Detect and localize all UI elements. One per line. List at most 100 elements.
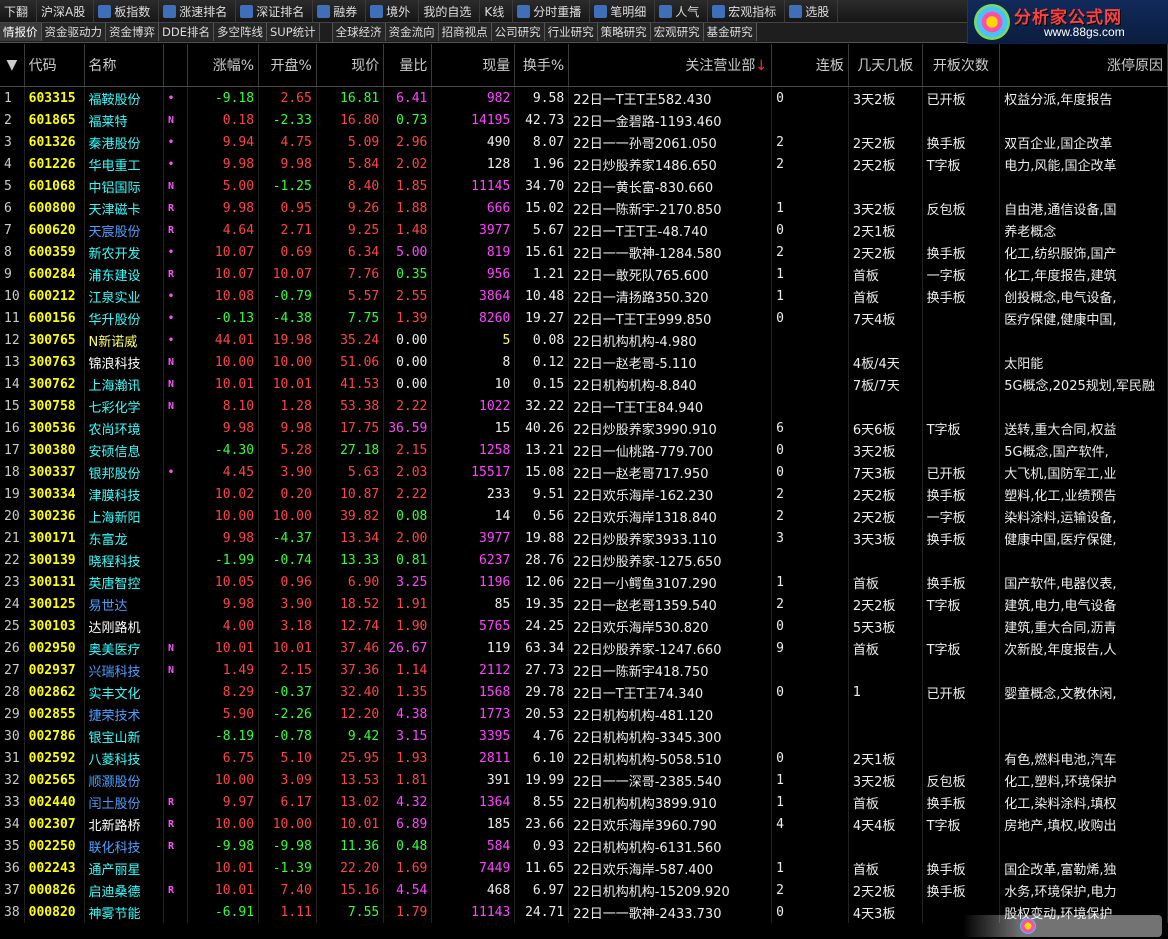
sort-desc-icon: ↓ [755,58,768,74]
table-row[interactable]: 6 600800 天津磁卡 R 9.98 0.95 9.26 1.88 666 15.02 22日一… [0,197,1168,219]
table-row[interactable]: 5 601068 中铝国际 N 5.00 -1.25 8.40 1.85 11145 34.70 2… [0,175,1168,197]
header-reason[interactable]: 涨停原因 [999,44,1168,87]
header-open-times[interactable]: 开板次数 [922,44,1001,87]
stock-code: 300236 [24,505,85,527]
table-row[interactable]: 17 300380 安硕信息 -4.30 5.28 27.18 2.15 1258 13.21 2… [0,439,1168,461]
tab-left-2[interactable]: 资金博弈 [106,23,159,41]
table-row[interactable]: 15 300758 七彩化学 N 8.10 1.28 53.38 2.22 1022 32.22 2… [0,395,1168,417]
days-boards: 首板 [848,857,923,879]
table-row[interactable]: 34 002307 北新路桥 R 10.00 10.00 10.01 6.89 185 23.66… [0,813,1168,835]
tab-left-1[interactable]: 资金驱动力 [41,23,106,41]
consecutive-limit [771,351,849,373]
current-volume: 6237 [431,549,516,571]
stock-flag: • [163,329,188,351]
table-row[interactable]: 3 601326 秦港股份 • 9.94 4.75 5.09 2.96 490 8.07 22日一一… [0,131,1168,153]
limit-reason: 权益分派,年度报告 [999,86,1168,109]
toolbar-button-0[interactable]: 下翻 [0,0,38,22]
table-row[interactable]: 8 600359 新农开发 • 10.07 0.69 6.34 5.00 819 15.61 22日… [0,241,1168,263]
header-cur-vol[interactable]: 现量 [431,44,516,87]
pct-change: 4.45 [187,461,260,483]
toolbar-button-9[interactable]: 分时重播 [513,0,591,22]
row-index: 31 [0,747,25,769]
table-row[interactable]: 14 300762 上海瀚讯 N 10.01 10.01 41.53 0.00 10 0.15 22… [0,373,1168,395]
header-pct[interactable]: 涨幅% [187,44,260,87]
tab-right-7[interactable]: 基金研究 [703,23,757,41]
header-vol-ratio[interactable]: 量比 [383,44,433,87]
toolbar-button-13[interactable]: 选股 [785,0,839,22]
table-row[interactable]: 1 603315 福鞍股份 • -9.18 2.65 16.81 6.41 982 9.58 22日… [0,86,1168,109]
table-row[interactable]: 24 300125 易世达 9.98 3.90 18.52 1.91 85 19.35 22日一赵… [0,593,1168,615]
table-row[interactable]: 11 600156 华升股份 • -0.13 -4.38 7.75 1.39 8260 19.27… [0,307,1168,329]
consecutive-limit: 0 [771,681,849,703]
tab-right-5[interactable]: 策略研究 [597,23,651,41]
header-consec[interactable]: 连板 [771,44,849,87]
header-broker[interactable]: 关注营业部↓ [568,44,773,87]
broker-info: 22日一陈新宇418.750 [568,659,773,681]
table-row[interactable]: 10 600212 江泉实业 • 10.08 -0.79 5.57 2.55 3864 10.48… [0,285,1168,307]
turnover-rate: 6.10 [514,747,570,769]
open-times: T字板 [922,637,1001,659]
table-row[interactable]: 28 002862 实丰文化 8.29 -0.37 32.40 1.35 1568 29.78 2… [0,681,1168,703]
tab-left-3[interactable]: DDE排名 [159,23,214,41]
table-row[interactable]: 32 002565 顺灏股份 10.00 3.09 13.53 1.81 391 19.99 22… [0,769,1168,791]
table-row[interactable]: 22 300139 晓程科技 -1.99 -0.74 13.33 0.81 6237 28.76… [0,549,1168,571]
turnover-rate: 8.55 [514,791,570,813]
table-row[interactable]: 7 600620 天宸股份 R 4.64 2.71 9.25 1.48 3977 5.67 22日一… [0,219,1168,241]
toolbar-button-6[interactable]: 境外 [366,0,420,22]
header-code[interactable]: 代码 [24,44,85,87]
table-row[interactable]: 30 002786 银宝山新 -8.19 -0.78 9.42 3.15 3395 4.76 22… [0,725,1168,747]
toolbar-button-11[interactable]: 人气 [655,0,709,22]
table-row[interactable]: 33 002440 闰土股份 R 9.97 6.17 13.02 4.32 1364 8.55 22… [0,791,1168,813]
header-name[interactable]: 名称 [84,44,164,87]
header-days[interactable]: 几天几板 [848,44,923,87]
sort-arrow-icon[interactable]: ▼ [0,44,25,87]
table-row[interactable]: 26 002950 奥美医疗 N 10.01 10.01 37.46 26.67 119 63.3… [0,637,1168,659]
toolbar-button-4[interactable]: 深证排名 [236,0,314,22]
row-index: 38 [0,901,25,923]
table-row[interactable]: 31 002592 八菱科技 6.75 5.10 25.95 1.93 2811 6.10 22日… [0,747,1168,769]
tab-left-0[interactable]: 情报价 [0,23,42,41]
tab-right-3[interactable]: 公司研究 [491,23,545,41]
table-row[interactable]: 29 002855 捷荣技术 5.90 -2.26 12.20 4.38 1773 20.53 2… [0,703,1168,725]
table-row[interactable]: 9 600284 浦东建设 R 10.07 10.07 7.76 0.35 956 1.21 22日… [0,263,1168,285]
toolbar-button-3[interactable]: 涨速排名 [159,0,237,22]
tab-right-4[interactable]: 行业研究 [544,23,598,41]
tab-right-2[interactable]: 招商视点 [438,23,492,41]
tab-right-6[interactable]: 宏观研究 [650,23,704,41]
toolbar-button-1[interactable]: 沪深A股 [37,0,95,22]
toolbar-label: 人气 [675,4,700,19]
table-row[interactable]: 19 300334 津膜科技 10.02 0.20 10.87 2.22 233 9.51 22日… [0,483,1168,505]
table-row[interactable]: 27 002937 兴瑞科技 N 1.49 2.15 37.36 1.14 2112 27.73 2… [0,659,1168,681]
toolbar-button-8[interactable]: K线 [480,0,514,22]
toolbar-button-5[interactable]: 融券 [313,0,367,22]
table-row[interactable]: 4 601226 华电重工 • 9.98 9.98 5.84 2.02 128 1.96 22日炒股… [0,153,1168,175]
pct-change: 9.94 [187,131,260,153]
table-row[interactable]: 2 601865 福莱特 N 0.18 -2.33 16.80 0.73 14195 42.73 2… [0,109,1168,131]
table-row[interactable]: 16 300536 农尚环境 9.98 9.98 17.75 36.59 15 40.26 22日… [0,417,1168,439]
table-row[interactable]: 25 300103 达刚路机 4.00 3.18 12.74 1.90 5765 24.25 22… [0,615,1168,637]
table-row[interactable]: 20 300236 上海新阳 10.00 10.00 39.82 0.08 14 0.56 22日… [0,505,1168,527]
toolbar-button-12[interactable]: 宏观指标 [708,0,786,22]
table-row[interactable]: 36 002243 通产丽星 10.01 -1.39 22.20 1.69 7449 11.65… [0,857,1168,879]
toolbar-button-10[interactable]: 笔明细 [590,0,656,22]
current-price: 9.25 [316,219,385,241]
header-turnover[interactable]: 换手% [514,44,570,87]
tab-right-0[interactable]: 全球经济 [332,23,386,41]
table-row[interactable]: 21 300171 东富龙 9.98 -4.37 13.34 2.00 3977 19.88 22… [0,527,1168,549]
table-row[interactable]: 37 000826 启迪桑德 R 10.01 7.40 15.16 4.54 468 6.97 22… [0,879,1168,901]
turnover-rate: 6.97 [514,879,570,901]
table-row[interactable]: 12 300765 N新诺威 • 44.01 19.98 35.24 0.00 5 0.08 22日… [0,329,1168,351]
tab-left-5[interactable]: SUP统计 [266,23,320,41]
current-volume: 584 [431,835,516,857]
table-row[interactable]: 13 300763 锦浪科技 N 10.00 10.00 51.06 0.00 8 0.12 22日… [0,351,1168,373]
tab-right-1[interactable]: 资金流向 [385,23,439,41]
table-row[interactable]: 35 002250 联化科技 R -9.98 -9.98 11.36 0.48 584 0.93 2… [0,835,1168,857]
header-price[interactable]: 现价 [316,44,385,87]
toolbar-button-7[interactable]: 我的自选 [419,0,481,22]
toolbar-button-2[interactable]: 板指数 [94,0,160,22]
table-row[interactable]: 23 300131 英唐智控 10.05 0.96 6.90 3.25 1196 12.06 22… [0,571,1168,593]
header-open-pct[interactable]: 开盘% [258,44,317,87]
tab-left-4[interactable]: 多空阵线 [213,23,267,41]
table-row[interactable]: 18 300337 银邦股份 • 4.45 3.90 5.63 2.03 15517 15.08 2… [0,461,1168,483]
stock-code: 300380 [24,439,85,461]
